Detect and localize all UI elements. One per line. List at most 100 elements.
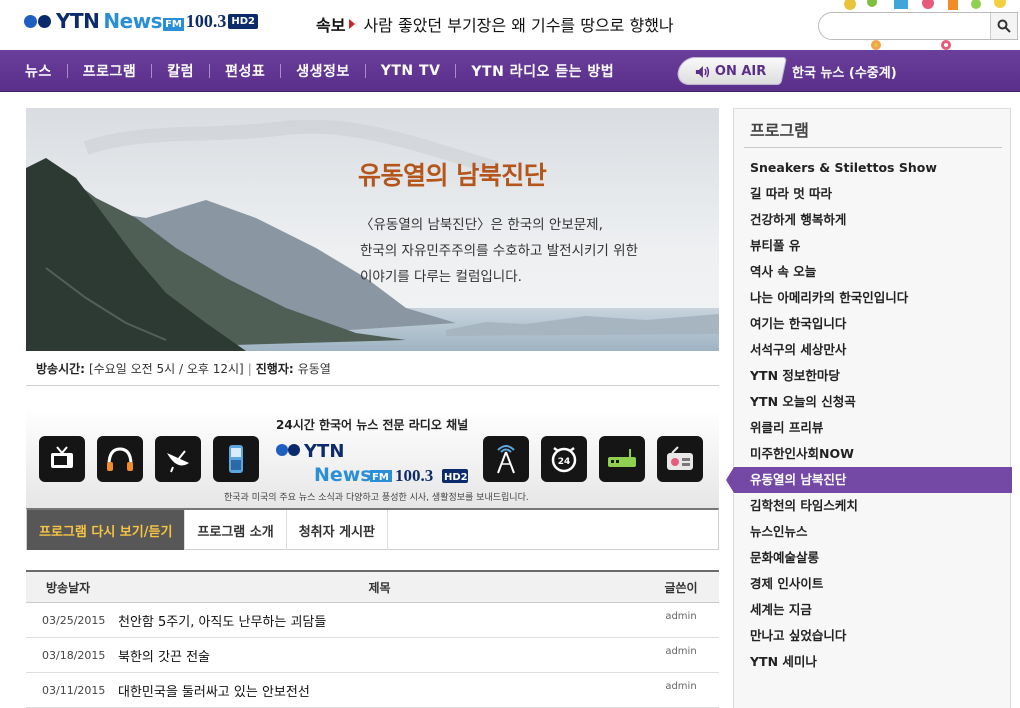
headphones-icon [97, 436, 143, 482]
program-tabs: 프로그램 다시 보기/듣기 프로그램 소개 청취자 게시판 [26, 508, 719, 550]
search-icon [997, 19, 1011, 33]
sidebar-item[interactable]: YTN 정보한마당 [734, 363, 1012, 389]
nav-item-how-to-listen[interactable]: YTN 라디오 듣는 방법 [456, 50, 629, 92]
sidebar-title: 프로그램 [750, 121, 809, 140]
table-row[interactable]: 03/25/2015 천안함 5주기, 아직도 난무하는 괴담들 admin [26, 603, 719, 638]
logo-hd-badge: HD2 [228, 13, 258, 29]
nav-item-label: YTN 라디오 듣는 방법 [471, 64, 615, 80]
sidebar-item[interactable]: 경제 인사이트 [734, 571, 1012, 597]
logo-ytn-text: YTN [56, 9, 100, 33]
nav-item-label: YTN TV [380, 63, 441, 79]
sidebar-item[interactable]: 김학천의 타임스케치 [734, 493, 1012, 519]
nav-item-label: 칼럼 [167, 64, 195, 80]
program-title: 유동열의 남북진단 [358, 161, 547, 190]
sidebar-item[interactable]: 문화예술살롱 [734, 545, 1012, 571]
sidebar-item[interactable]: 만나고 싶었습니다 [734, 623, 1012, 649]
logo-fm-badge: FM [163, 17, 184, 31]
banner-headline: 24시간 한국어 뉴스 전문 라디오 채널 [276, 418, 469, 432]
portable-radio-icon [657, 436, 703, 482]
host-value: 유동열 [297, 362, 331, 376]
sidebar-item[interactable]: 건강하게 행복하게 [734, 207, 1012, 233]
program-hero-banner: 유동열의 남북진단 〈유동열의 남북진단〉은 한국의 안보문제, 한국의 자유민… [26, 108, 719, 351]
row-date: 03/18/2015 [42, 648, 106, 662]
row-date: 03/25/2015 [42, 613, 106, 627]
sidebar-item[interactable]: 역사 속 오늘 [734, 259, 1012, 285]
nav-item-columns[interactable]: 칼럼 [152, 50, 211, 92]
satellite-dish-icon [155, 436, 201, 482]
ytn-logo[interactable]: YTN News FM 100.3 HD2 [24, 6, 258, 36]
sidebar-item[interactable]: 뷰티풀 유 [734, 233, 1012, 259]
tab-program-intro[interactable]: 프로그램 소개 [185, 510, 287, 550]
sidebar-item[interactable]: 뉴스인뉴스 [734, 519, 1012, 545]
row-title-link[interactable]: 북한의 갓끈 전술 [116, 646, 643, 665]
column-header-author: 글쓴이 [664, 580, 698, 595]
nav-item-label: 편성표 [225, 64, 266, 80]
nav-item-label: 뉴스 [25, 64, 52, 80]
program-description-line: 이야기를 다루는 컬럼입니다. [360, 269, 522, 285]
search-box [818, 12, 1018, 40]
program-description-line: 한국의 자유민주주의를 수호하고 발전시키기 위한 [360, 243, 638, 259]
banner-footer-text: 한국과 미국의 주요 뉴스 소식과 다양하고 풍성한 시사, 생활정보를 보내드… [224, 493, 529, 503]
nav-item-live-info[interactable]: 생생정보 [281, 50, 366, 92]
table-row[interactable]: 03/11/2015 대한민국을 둘러싸고 있는 안보전선 admin [26, 673, 719, 708]
broadcast-info: 방송시간: [수요일 오전 5시 / 오후 12시] | 진행자: 유동열 [26, 352, 719, 386]
sidebar-item[interactable]: Sneakers & Stilettos Show [734, 155, 1012, 181]
table-row[interactable]: 03/18/2015 북한의 갓끈 전술 admin [26, 638, 719, 673]
column-header-title: 제목 [368, 580, 391, 595]
sidebar-item[interactable]: 나는 아메리카의 한국인입니다 [734, 285, 1012, 311]
ytn-radio-logo: YTN News FM 100.3 HD2 [276, 441, 468, 486]
mobile-phone-icon [213, 436, 259, 482]
breaking-headline[interactable]: 사람 좋았던 부기장은 왜 기수를 땅으로 향했나 [363, 12, 673, 36]
program-description: 〈유동열의 남북진단〉은 한국의 안보문제, 한국의 자유민주주의를 수호하고 … [360, 212, 700, 290]
tab-replay[interactable]: 프로그램 다시 보기/듣기 [27, 510, 186, 550]
logo-dot-icon [24, 14, 37, 28]
search-button[interactable] [990, 13, 1017, 39]
sidebar-item[interactable]: 미주한인사회NOW [734, 441, 1012, 467]
banner-logo-frequency: 100.3 [395, 466, 433, 485]
sidebar-item[interactable]: 서석구의 세상만사 [734, 337, 1012, 363]
program-sidebar: 프로그램 Sneakers & Stilettos Show 길 따라 멋 따라… [726, 108, 1012, 708]
top-header: YTN News FM 100.3 HD2 속보 사람 좋았던 부기장은 왜 기… [0, 0, 1020, 50]
sidebar-item[interactable]: 길 따라 멋 따라 [734, 181, 1012, 207]
episode-table: 방송날자 제목 글쓴이 03/25/2015 천안함 5주기, 아직도 난무하는… [26, 570, 719, 708]
broadcast-time-value: [수요일 오전 5시 / 오후 12시] [88, 362, 244, 376]
sidebar-item[interactable]: YTN 오늘의 신청곡 [734, 389, 1012, 415]
search-input[interactable] [819, 13, 990, 39]
sidebar-item[interactable]: 여기는 한국입니다 [734, 311, 1012, 337]
logo-dot-icon [38, 14, 51, 28]
logo-frequency: 100.3 [185, 10, 227, 31]
tab-listener-board[interactable]: 청취자 게시판 [287, 510, 388, 550]
nav-item-news[interactable]: 뉴스 [10, 50, 68, 92]
logo-news-text: News [103, 9, 163, 33]
sidebar-item[interactable]: YTN 세미나 [734, 649, 1012, 675]
sidebar-item[interactable]: 세계는 지금 [734, 597, 1012, 623]
sidebar-item[interactable]: 위클리 프리뷰 [734, 415, 1012, 441]
row-author: admin [665, 681, 697, 692]
nav-item-programs[interactable]: 프로그램 [68, 50, 153, 92]
row-title-link[interactable]: 대한민국을 둘러싸고 있는 안보전선 [116, 681, 643, 700]
host-label: 진행자: [255, 362, 294, 376]
banner-logo-ytn: YTN [303, 441, 344, 462]
row-title-link[interactable]: 천안함 5주기, 아직도 난무하는 괴담들 [116, 611, 643, 630]
radio-receiver-icon [599, 436, 645, 482]
breaking-label: 속보 [316, 16, 346, 35]
column-header-date: 방송날자 [46, 580, 91, 595]
clock-number: 24 [558, 457, 571, 467]
breaking-news[interactable]: 속보 사람 좋았던 부기장은 왜 기수를 땅으로 향했나 [316, 12, 674, 36]
sidebar-item-active[interactable]: 유동열의 남북진단 [726, 467, 1012, 493]
row-author: admin [665, 646, 697, 657]
speaker-icon [696, 65, 710, 77]
banner-logo-fm: FM [372, 472, 389, 483]
nav-item-ytn-tv[interactable]: YTN TV [366, 50, 457, 92]
on-air-button[interactable]: ON AIR [675, 57, 787, 85]
nav-item-schedule[interactable]: 편성표 [210, 50, 282, 92]
tv-icon [39, 436, 85, 482]
decorative-flowers-icon [836, 0, 1020, 12]
radio-channel-banner[interactable]: 24시간 한국어 뉴스 전문 라디오 채널 YTN News FM 100.3 … [26, 408, 719, 508]
broadcast-tower-icon [483, 436, 529, 482]
table-header: 방송날자 제목 글쓴이 [26, 570, 719, 603]
breaking-arrow-icon [349, 19, 356, 29]
now-playing-text[interactable]: 한국 뉴스 (수중계) [792, 62, 897, 81]
page: YTN News FM 100.3 HD2 속보 사람 좋았던 부기장은 왜 기… [0, 0, 1020, 708]
banner-logo-hd: HD2 [444, 472, 468, 483]
